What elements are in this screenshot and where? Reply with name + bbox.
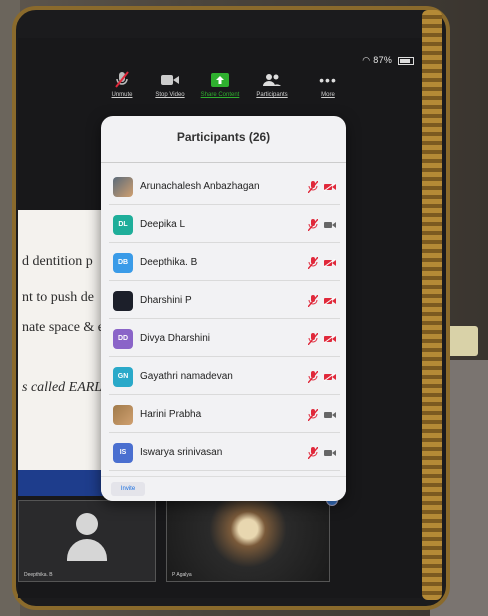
participants-panel: Participants (26) Arunachalesh Anbazhaga… xyxy=(101,116,346,501)
video-thumbnails: Deepthika. B P Agalya xyxy=(18,500,330,584)
slide-line: s called EARL xyxy=(22,380,103,395)
tablet-case-edge xyxy=(422,10,442,600)
shared-slide: d dentition p nt to push de nate space &… xyxy=(18,210,108,470)
video-camera-icon xyxy=(324,221,336,228)
participant-name: Gayathri namadevan xyxy=(140,371,233,382)
share-content-button[interactable]: Share Content xyxy=(198,70,242,98)
participant-name: Harini Prabha xyxy=(140,409,202,420)
participants-title: Participants (26) xyxy=(176,130,271,144)
video-camera-icon xyxy=(324,411,336,418)
participant-row[interactable]: Harini Prabha xyxy=(109,397,340,433)
video-tile-name: P Agalya xyxy=(172,572,192,578)
participant-row[interactable]: DB Deepthika. B xyxy=(109,245,340,281)
participants-icon xyxy=(250,70,294,90)
participant-row[interactable]: GN Gayathri namadevan xyxy=(109,359,340,395)
participant-row[interactable]: DD Divya Dharshini xyxy=(109,321,340,357)
more-button[interactable]: ••• More xyxy=(306,70,350,98)
mic-muted-icon xyxy=(308,180,318,193)
share-content-label: Share Content xyxy=(200,92,240,98)
video-off-icon xyxy=(324,372,336,381)
stop-video-button[interactable]: Stop Video xyxy=(148,70,192,98)
video-tile[interactable]: Deepthika. B xyxy=(18,500,156,582)
participant-avatar: DD xyxy=(113,328,133,349)
participants-button[interactable]: Participants xyxy=(250,70,294,98)
status-bar: ◠ 87% xyxy=(362,55,414,66)
participant-row[interactable]: IS Iswarya srinivasan xyxy=(109,435,340,471)
participant-name: Dharshini P xyxy=(140,295,192,306)
video-off-icon xyxy=(324,182,336,191)
mic-muted-icon xyxy=(308,294,318,307)
participant-name: Divya Dharshini xyxy=(140,333,211,344)
participant-avatar xyxy=(113,404,133,425)
mic-muted-icon xyxy=(308,408,318,421)
participants-label: Participants xyxy=(256,92,288,98)
mic-muted-icon xyxy=(308,370,318,383)
participant-avatar: DB xyxy=(113,252,133,273)
participant-row[interactable]: Arunachalesh Anbazhagan xyxy=(109,169,340,205)
more-dots-icon: ••• xyxy=(319,72,337,88)
avatar-placeholder-icon xyxy=(76,513,98,535)
video-camera-icon xyxy=(148,70,192,90)
participant-avatar: IS xyxy=(113,442,133,463)
participant-row[interactable]: DL Deepika L xyxy=(109,207,340,243)
unmute-label: Unmute xyxy=(111,92,133,98)
video-off-icon xyxy=(324,334,336,343)
slide-line: nt to push de xyxy=(22,290,94,305)
participant-avatar: GN xyxy=(113,366,133,387)
avatar-placeholder-body xyxy=(67,539,107,561)
video-tile-name: Deepthika. B xyxy=(24,572,53,578)
mic-muted-icon xyxy=(308,218,318,231)
video-off-icon xyxy=(324,258,336,267)
participant-name: Iswarya srinivasan xyxy=(140,447,223,458)
mic-muted-icon xyxy=(308,332,318,345)
wifi-icon: ◠ xyxy=(362,55,371,65)
stop-video-label: Stop Video xyxy=(155,92,185,98)
video-off-icon xyxy=(324,296,336,305)
video-camera-icon xyxy=(324,449,336,456)
invite-button[interactable]: Invite xyxy=(111,482,145,496)
participant-row[interactable]: Dharshini P xyxy=(109,283,340,319)
participant-name: Deepika L xyxy=(140,219,186,230)
participant-avatar xyxy=(113,176,133,197)
participant-name: Deepthika. B xyxy=(140,257,198,268)
participant-video-feed xyxy=(167,501,329,581)
participant-avatar: DL xyxy=(113,214,133,235)
slide-line: nate space & e xyxy=(22,320,105,335)
video-tile[interactable]: P Agalya xyxy=(166,500,330,582)
panel-divider xyxy=(101,162,346,163)
mic-muted-icon xyxy=(100,70,144,90)
participant-avatar xyxy=(113,290,133,311)
unmute-button[interactable]: Unmute xyxy=(100,70,144,98)
share-screen-icon xyxy=(198,70,242,90)
slide-line: d dentition p xyxy=(22,254,93,269)
status-battery-text: 87% xyxy=(373,55,393,65)
meeting-toolbar: Unmute Stop Video Share Content Particip… xyxy=(100,70,350,104)
participant-name: Arunachalesh Anbazhagan xyxy=(140,181,260,192)
mic-muted-icon xyxy=(308,446,318,459)
battery-icon xyxy=(398,56,414,65)
more-label: More xyxy=(321,92,335,98)
panel-footer: Invite xyxy=(101,476,346,501)
mic-muted-icon xyxy=(308,256,318,269)
